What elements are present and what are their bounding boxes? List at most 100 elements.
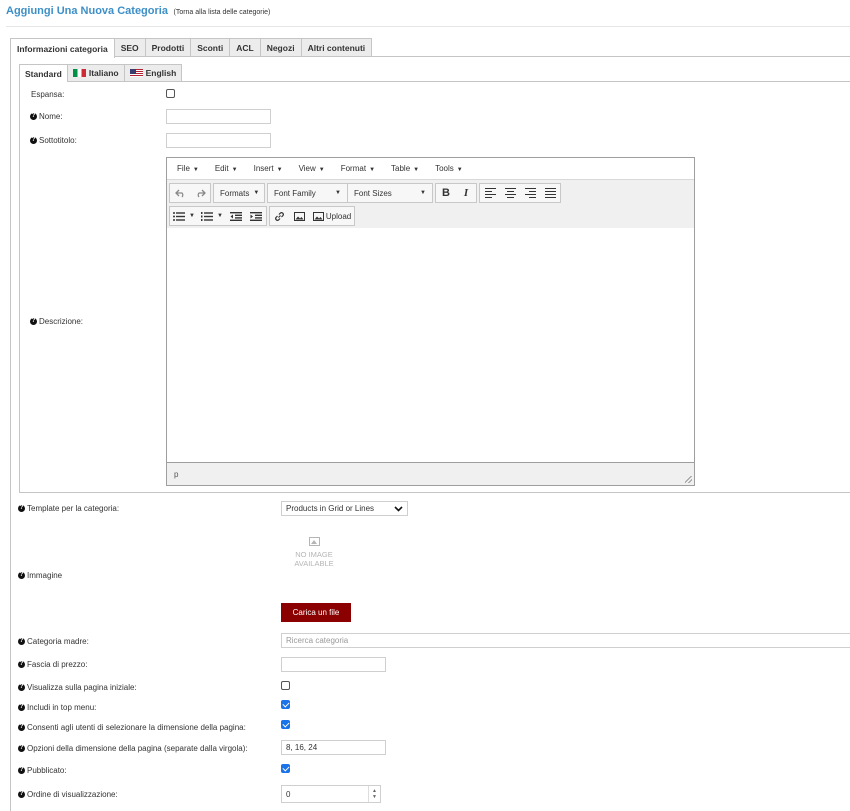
resize-handle-icon[interactable] <box>685 476 692 483</box>
pubblicato-label-row: ? Pubblicato: <box>18 766 67 775</box>
bullet-list-icon <box>173 211 185 221</box>
formats-group: Formats ▼ <box>213 183 265 203</box>
categoria-madre-label: Categoria madre: <box>27 637 89 646</box>
tab-sconti[interactable]: Sconti <box>190 38 231 57</box>
visualizza-label: Visualizza sulla pagina iniziale: <box>27 683 137 692</box>
toolbar-row-1: Formats ▼ Font Family ▼ Font Sizes ▼ B I <box>169 182 692 204</box>
top-menu-checkbox[interactable] <box>281 700 290 709</box>
menu-format[interactable]: Format ▼ <box>333 164 383 173</box>
fascia-prezzo-input[interactable] <box>281 657 386 672</box>
outdent-button[interactable] <box>226 207 246 225</box>
upload-file-button[interactable]: Carica un file <box>281 603 351 622</box>
tabs-divider <box>10 56 850 57</box>
tab-english-label: English <box>145 68 177 78</box>
ordine-value: 0 <box>286 789 291 799</box>
insert-group: Upload <box>268 206 356 226</box>
page-header: Aggiungi Una Nuova Categoria (Torna alla… <box>6 5 270 17</box>
caret-down-icon: ▼ <box>192 167 199 173</box>
align-center-button[interactable] <box>500 184 520 202</box>
back-to-list-link[interactable]: (Torna alla lista delle categorie) <box>173 9 270 16</box>
menu-insert[interactable]: Insert ▼ <box>246 164 291 173</box>
caret-down-icon: ▼ <box>231 167 238 173</box>
help-icon: ? <box>18 745 25 752</box>
element-path[interactable]: p <box>174 470 178 479</box>
menu-view[interactable]: View ▼ <box>291 164 333 173</box>
caret-down-icon: ▼ <box>189 213 195 219</box>
help-icon: ? <box>30 318 37 325</box>
menu-table[interactable]: Table ▼ <box>383 164 427 173</box>
espansa-checkbox[interactable] <box>166 89 175 98</box>
undo-button[interactable] <box>170 184 190 202</box>
ordine-number-input[interactable]: 0 ▲ ▼ <box>281 785 381 803</box>
chevron-down-icon <box>394 505 403 512</box>
font-sizes-dropdown[interactable]: Font Sizes ▼ <box>348 184 432 202</box>
list-group: ▼ ▼ <box>169 206 267 226</box>
tab-english[interactable]: English <box>123 64 183 81</box>
font-family-label: Font Family <box>274 188 316 198</box>
italic-button[interactable]: I <box>456 184 476 202</box>
tab-seo[interactable]: SEO <box>113 38 146 57</box>
indent-button[interactable] <box>246 207 266 225</box>
formats-dropdown[interactable]: Formats ▼ <box>214 184 264 202</box>
style-group: B I <box>435 183 477 203</box>
tab-altri-contenuti[interactable]: Altri contenuti <box>300 38 373 57</box>
align-justify-button[interactable] <box>540 184 560 202</box>
template-select[interactable]: Products in Grid or Lines <box>281 501 408 516</box>
help-icon: ? <box>18 791 25 798</box>
page-title: Aggiungi Una Nuova Categoria <box>6 5 168 17</box>
menu-edit[interactable]: Edit ▼ <box>207 164 246 173</box>
tab-prodotti[interactable]: Prodotti <box>144 38 192 57</box>
opzioni-input[interactable]: 8, 16, 24 <box>281 740 386 755</box>
menu-table-label: Table <box>391 164 411 173</box>
spinner-down-icon[interactable]: ▼ <box>372 794 377 800</box>
font-group: Font Family ▼ Font Sizes ▼ <box>267 183 433 203</box>
upload-image-button[interactable]: Upload <box>310 207 354 225</box>
visualizza-checkbox[interactable] <box>281 681 290 690</box>
italy-flag-icon <box>72 69 86 77</box>
tab-standard-label: Standard <box>25 68 62 79</box>
bold-button[interactable]: B <box>436 184 456 202</box>
tab-informazioni-categoria[interactable]: Informazioni categoria <box>10 38 115 58</box>
category-tabs: Informazioni categoria SEO Prodotti Scon… <box>10 38 373 58</box>
help-icon: ? <box>18 505 25 512</box>
bullet-list-button[interactable]: ▼ <box>170 207 198 225</box>
link-button[interactable] <box>270 207 290 225</box>
tab-standard[interactable]: Standard <box>19 64 68 82</box>
menu-tools[interactable]: Tools ▼ <box>427 164 471 173</box>
redo-button[interactable] <box>190 184 210 202</box>
menu-file-label: File <box>177 164 190 173</box>
usa-flag-icon <box>129 69 143 77</box>
sottotitolo-input[interactable] <box>166 133 271 148</box>
nome-label-row: ? Nome: <box>30 112 63 121</box>
align-right-icon <box>524 187 536 199</box>
editor-content-area[interactable] <box>167 228 694 462</box>
consenti-checkbox[interactable] <box>281 720 290 729</box>
tab-negozi[interactable]: Negozi <box>259 38 302 57</box>
opzioni-label: Opzioni della dimensione della pagina (s… <box>27 744 248 753</box>
caret-down-icon: ▼ <box>276 167 283 173</box>
font-family-dropdown[interactable]: Font Family ▼ <box>268 184 348 202</box>
formats-label: Formats <box>220 188 250 198</box>
help-icon: ? <box>18 638 25 645</box>
help-icon: ? <box>18 572 25 579</box>
tab-acl[interactable]: ACL <box>229 38 261 57</box>
top-menu-label-row: ? Includi in top menu: <box>18 703 96 712</box>
align-left-button[interactable] <box>480 184 500 202</box>
template-label-row: ? Template per la categoria: <box>18 504 119 513</box>
pubblicato-checkbox[interactable] <box>281 764 290 773</box>
align-right-button[interactable] <box>520 184 540 202</box>
tab-italiano[interactable]: Italiano <box>66 64 125 81</box>
numbered-list-button[interactable]: ▼ <box>198 207 226 225</box>
menu-file[interactable]: File ▼ <box>169 164 207 173</box>
consenti-label-row: ? Consenti agli utenti di selezionare la … <box>18 723 246 732</box>
menu-edit-label: Edit <box>214 164 229 173</box>
number-spinner[interactable]: ▲ ▼ <box>368 786 380 802</box>
nome-input[interactable] <box>166 109 271 124</box>
fascia-prezzo-label: Fascia di prezzo: <box>27 660 88 669</box>
template-select-value: Products in Grid or Lines <box>286 504 375 513</box>
align-center-icon <box>504 187 516 199</box>
link-icon <box>275 211 285 221</box>
numbered-list-icon <box>200 211 213 221</box>
image-button[interactable] <box>290 207 310 225</box>
categoria-madre-search-input[interactable]: Ricerca categoria <box>281 633 850 648</box>
